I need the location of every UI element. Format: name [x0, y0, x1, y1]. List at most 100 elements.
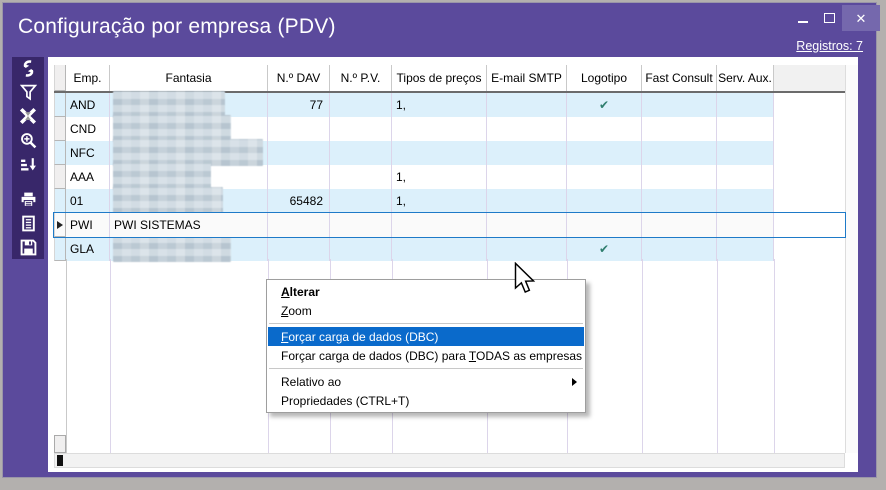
cell-tipos-precos: 1,	[392, 93, 487, 117]
table-row-AND[interactable]: AND771,✔	[54, 93, 845, 117]
cell-emp: CND	[66, 117, 110, 141]
zoom-icon-button[interactable]	[16, 128, 40, 152]
cell-emp: NFC	[66, 141, 110, 165]
app-screenshot: Configuração por empresa (PDV) ✕ Registr…	[0, 0, 886, 490]
menu-item-7[interactable]: Propriedades (CTRL+T)	[267, 391, 585, 410]
censored-text-block	[113, 91, 225, 118]
menu-item-0[interactable]: Alterar	[267, 282, 585, 301]
cell-emp: 01	[66, 189, 110, 213]
cell-fast-consult	[642, 165, 717, 189]
menu-item-label: Forçar carga de dados (DBC)	[281, 330, 438, 344]
data-grid: Emp.FantasiaN.º DAVN.º P.V.Tipos de preç…	[54, 65, 845, 261]
maximize-icon	[824, 13, 835, 23]
column-header-1[interactable]: Emp.	[66, 65, 110, 91]
app-window: Configuração por empresa (PDV) ✕ Registr…	[2, 2, 877, 478]
cell-emp: AAA	[66, 165, 110, 189]
column-header-2[interactable]: Fantasia	[110, 65, 268, 91]
table-row-CND[interactable]: CND	[54, 117, 845, 141]
cell-logotipo	[567, 189, 642, 213]
cell-filler	[774, 93, 845, 117]
cell-email-smtp	[487, 117, 567, 141]
cell-tipos-precos	[392, 141, 487, 165]
row-gutter-cell	[54, 165, 66, 189]
cell-logotipo	[567, 213, 642, 237]
window-title: Configuração por empresa (PDV)	[18, 15, 336, 39]
cell-n-dav: 77	[268, 93, 330, 117]
vertical-scrollbar[interactable]	[845, 65, 858, 453]
cell-email-smtp	[487, 237, 567, 261]
table-row-PWI[interactable]: PWIPWI SISTEMAS	[54, 213, 845, 237]
column-header-filler	[774, 65, 845, 91]
cell-n-dav	[268, 165, 330, 189]
table-row-AAA[interactable]: AAA 1,	[54, 165, 845, 189]
table-row-NFC[interactable]: NFC	[54, 141, 845, 165]
close-button[interactable]: ✕	[842, 5, 880, 31]
cell-tipos-precos: 1,	[392, 165, 487, 189]
cell-filler	[774, 141, 845, 165]
menu-item-label: Zoom	[281, 304, 312, 318]
close-icon: ✕	[856, 12, 867, 25]
cell-email-smtp	[487, 165, 567, 189]
menu-item-3[interactable]: Forçar carga de dados (DBC)	[268, 327, 584, 346]
filter-icon-button[interactable]	[16, 81, 40, 105]
refresh-icon-button[interactable]	[16, 57, 40, 81]
cell-filler	[774, 213, 845, 237]
column-header-6[interactable]: E-mail SMTP	[487, 65, 567, 91]
print-icon-button[interactable]	[16, 188, 40, 212]
column-header-7[interactable]: Logotipo	[567, 65, 642, 91]
submenu-arrow-icon	[572, 378, 577, 386]
censored-text-block	[113, 139, 263, 166]
cell-logotipo	[567, 117, 642, 141]
column-header-3[interactable]: N.º DAV	[268, 65, 330, 91]
menu-item-label: Forçar carga de dados (DBC) para TODAS a…	[281, 349, 582, 363]
gutter-header-cell	[54, 65, 66, 91]
grid-column-line	[774, 259, 775, 453]
cell-n-pv	[330, 213, 392, 237]
cell-n-pv	[330, 237, 392, 261]
horizontal-scrollbar[interactable]	[54, 453, 845, 468]
cell-fantasia	[110, 237, 268, 261]
minimize-button[interactable]	[790, 5, 816, 31]
cell-n-dav	[268, 141, 330, 165]
menu-item-label: Relativo ao	[281, 375, 341, 389]
cell-fantasia	[110, 165, 268, 189]
grid-column-line	[717, 259, 718, 453]
cell-fast-consult	[642, 189, 717, 213]
menu-item-6[interactable]: Relativo ao	[267, 372, 585, 391]
cell-fast-consult	[642, 213, 717, 237]
table-row-01[interactable]: 01654821,	[54, 189, 845, 213]
menu-item-1[interactable]: Zoom	[267, 301, 585, 320]
cell-n-pv	[330, 141, 392, 165]
column-header-4[interactable]: N.º P.V.	[330, 65, 392, 91]
cell-tipos-precos	[392, 117, 487, 141]
cell-n-dav: 65482	[268, 189, 330, 213]
censored-text-block	[113, 163, 211, 190]
table-row-GLA[interactable]: GLA✔	[54, 237, 845, 261]
cell-email-smtp	[487, 93, 567, 117]
report-icon-button[interactable]	[16, 212, 40, 236]
cell-n-pv	[330, 117, 392, 141]
report-icon	[20, 215, 37, 232]
save-icon-button[interactable]	[16, 235, 40, 259]
save-icon	[20, 239, 37, 256]
cell-serv-aux	[717, 117, 774, 141]
cell-emp: GLA	[66, 237, 110, 261]
cell-logotipo	[567, 141, 642, 165]
grid-column-line	[642, 259, 643, 453]
cell-emp: AND	[66, 93, 110, 117]
column-header-8[interactable]: Fast Consult	[642, 65, 717, 91]
column-header-9[interactable]: Serv. Aux.	[717, 65, 774, 91]
cell-serv-aux	[717, 237, 774, 261]
cell-n-pv	[330, 189, 392, 213]
cell-n-pv	[330, 165, 392, 189]
sort-icon-button[interactable]	[16, 152, 40, 176]
column-header-5[interactable]: Tipos de preços	[392, 65, 487, 91]
menu-separator	[269, 323, 583, 324]
minimize-icon	[798, 13, 808, 23]
cancel-icon-button[interactable]	[16, 105, 40, 129]
menu-item-4[interactable]: Forçar carga de dados (DBC) para TODAS a…	[267, 346, 585, 365]
maximize-button[interactable]	[816, 5, 842, 31]
registros-link[interactable]: Registros: 7	[796, 39, 863, 53]
horizontal-scrollbar-thumb[interactable]	[57, 455, 63, 466]
cell-filler	[774, 237, 845, 261]
